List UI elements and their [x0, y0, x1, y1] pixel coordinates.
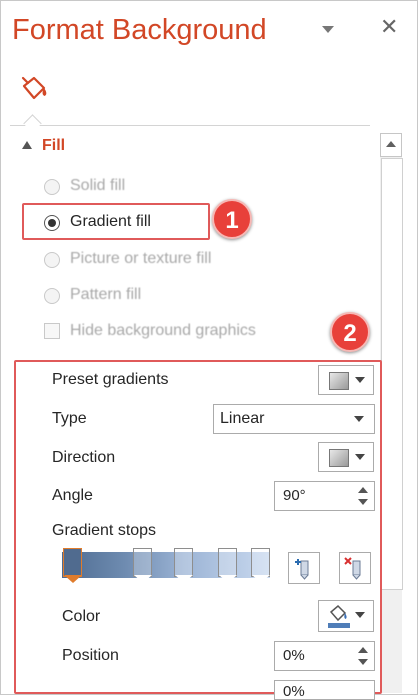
- direction-swatch-icon: [329, 449, 349, 467]
- chevron-down-icon: [354, 416, 364, 422]
- chevron-down-icon: [355, 454, 365, 460]
- collapse-triangle-icon[interactable]: [22, 141, 32, 149]
- paint-bucket-icon: [328, 604, 350, 628]
- angle-value[interactable]: 90°: [283, 487, 306, 504]
- gradient-swatch-icon: [329, 372, 349, 390]
- picture-fill-label[interactable]: Picture or texture fill: [70, 250, 211, 268]
- fill-section-header[interactable]: Fill: [42, 137, 65, 155]
- solid-fill-radio[interactable]: [44, 179, 60, 195]
- color-picker-dropdown[interactable]: [318, 600, 374, 632]
- spin-up-icon[interactable]: [358, 487, 368, 493]
- callout-badge-1: 1: [212, 199, 252, 239]
- gradient-stop[interactable]: [218, 548, 237, 584]
- gradient-stops-bar[interactable]: [62, 552, 270, 578]
- pane-options-chevron-icon[interactable]: [322, 26, 334, 33]
- gradient-stop[interactable]: [133, 548, 152, 584]
- solid-fill-label[interactable]: Solid fill: [70, 177, 125, 195]
- preset-gradients-dropdown[interactable]: [318, 365, 374, 395]
- position-value[interactable]: 0%: [283, 647, 305, 664]
- remove-gradient-stop-button[interactable]: [339, 552, 371, 584]
- scroll-thumb[interactable]: [381, 158, 403, 590]
- type-value: Linear: [220, 410, 265, 427]
- add-gradient-stop-button[interactable]: [288, 552, 320, 584]
- pattern-fill-label[interactable]: Pattern fill: [70, 286, 141, 304]
- position-spinner[interactable]: 0%: [274, 641, 375, 671]
- preset-gradients-label: Preset gradients: [52, 371, 169, 388]
- scroll-up-button[interactable]: [380, 133, 402, 157]
- direction-dropdown[interactable]: [318, 442, 374, 472]
- hide-graphics-checkbox[interactable]: [44, 323, 60, 339]
- type-select[interactable]: Linear: [213, 404, 375, 434]
- spin-up-icon[interactable]: [358, 647, 368, 653]
- tab-underline: [10, 125, 370, 126]
- angle-spinner[interactable]: 90°: [274, 481, 375, 511]
- direction-label: Direction: [52, 449, 116, 466]
- pattern-fill-radio[interactable]: [44, 288, 60, 304]
- spin-down-icon[interactable]: [358, 499, 368, 505]
- gradient-stop[interactable]: [63, 548, 82, 584]
- remove-stop-icon: [344, 557, 361, 580]
- gradient-stop[interactable]: [174, 548, 193, 584]
- close-icon[interactable]: ✕: [380, 14, 398, 40]
- position-label: Position: [62, 647, 119, 664]
- angle-label: Angle: [52, 487, 93, 504]
- picture-fill-radio[interactable]: [44, 252, 60, 268]
- color-label: Color: [62, 608, 101, 625]
- callout-badge-2: 2: [330, 312, 370, 352]
- spin-down-icon[interactable]: [358, 659, 368, 665]
- paint-bucket-icon[interactable]: [14, 72, 54, 108]
- chevron-down-icon: [355, 377, 365, 383]
- gradient-stops-label: Gradient stops: [52, 522, 157, 539]
- chevron-down-icon: [355, 612, 365, 618]
- transparency-value[interactable]: 0%: [283, 683, 305, 699]
- pane-title: Format Background: [12, 14, 267, 46]
- add-stop-icon: [295, 559, 309, 580]
- hide-graphics-label[interactable]: Hide background graphics: [70, 322, 256, 340]
- callout-box-1: [22, 203, 210, 240]
- gradient-stop[interactable]: [251, 548, 270, 584]
- transparency-spinner[interactable]: 0%: [274, 680, 375, 700]
- type-label: Type: [52, 410, 87, 427]
